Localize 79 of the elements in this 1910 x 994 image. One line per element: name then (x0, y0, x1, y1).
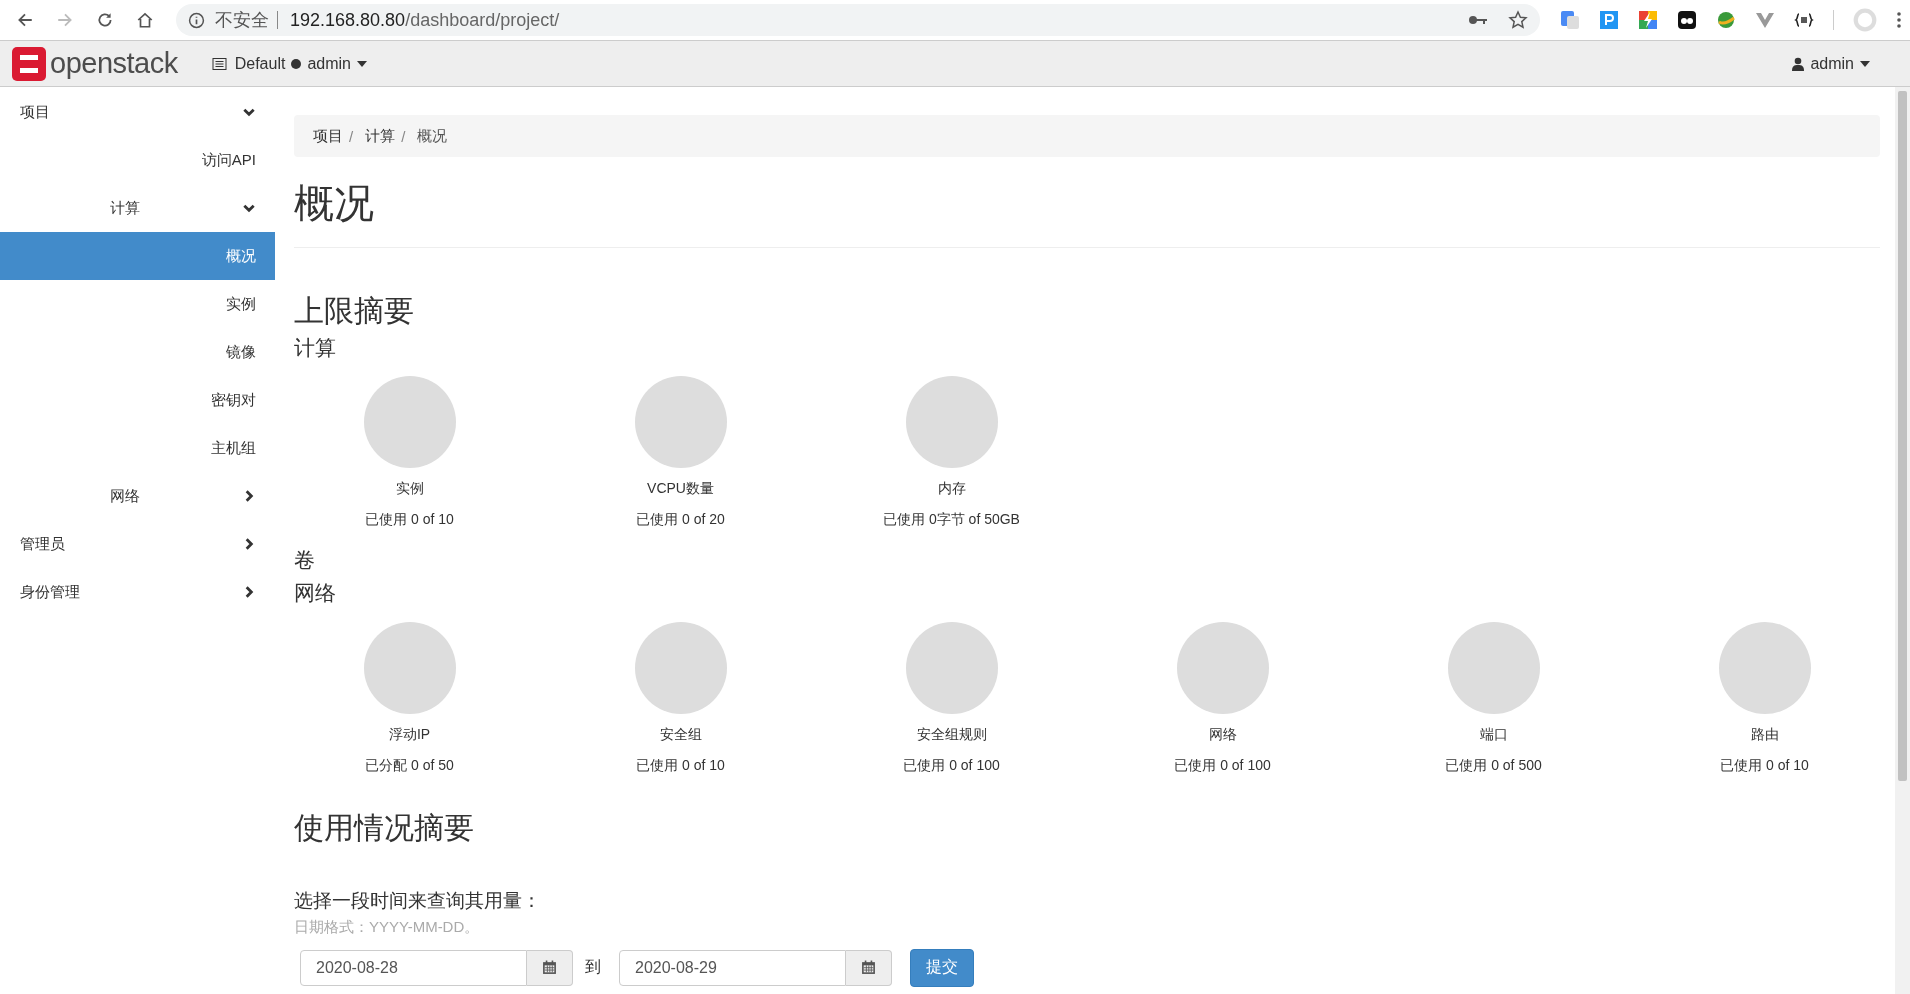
breadcrumb-separator: / (401, 127, 406, 145)
translate-icon[interactable] (1560, 10, 1580, 30)
logo-icon[interactable] (12, 46, 46, 81)
sidebar-item[interactable]: 镜像 (0, 328, 275, 376)
submit-button[interactable]: 提交 (910, 948, 974, 987)
quota-label: 实例 (395, 480, 424, 499)
sidebar-item[interactable]: 管理员 (0, 520, 275, 568)
list-icon (211, 57, 227, 70)
quota-usage: 已使用 0 of 10 (365, 511, 454, 530)
sidebar-item[interactable]: 密钥对 (0, 376, 275, 424)
quota-usage: 已使用 0 of 20 (636, 511, 725, 530)
section-heading: 使用情况摘要 (294, 810, 475, 844)
sidebar-item[interactable]: 实例 (0, 280, 275, 328)
breadcrumb-item[interactable]: 计算 (365, 126, 396, 146)
quota-label: 端口 (1479, 725, 1508, 744)
domain-label: Default (234, 54, 286, 73)
quota-label: 安全组 (659, 725, 702, 744)
group-heading: 网络 (294, 580, 337, 606)
star-icon[interactable] (1508, 10, 1528, 30)
end-date-field[interactable]: 2020-08-29 (619, 949, 846, 986)
group-heading: 卷 (294, 547, 316, 573)
vue-icon[interactable] (1755, 10, 1775, 30)
quota-usage: 已使用 0 of 100 (1174, 756, 1271, 775)
quota-usage: 已使用 0字节 of 50GB (883, 511, 1020, 530)
calendar-icon (861, 960, 876, 976)
logo-text[interactable]: openstack (50, 47, 178, 80)
group-heading: 计算 (294, 335, 337, 361)
reload-icon[interactable] (96, 11, 114, 29)
user-label: admin (1810, 54, 1854, 73)
url-path: /dashboard/project/ (405, 9, 560, 31)
help-text: 日期格式：YYYY-MM-DD。 (294, 917, 481, 937)
menu-icon[interactable] (1896, 10, 1902, 30)
globe-icon[interactable] (1716, 10, 1736, 30)
project-label: admin (307, 54, 351, 73)
back-icon[interactable] (16, 11, 34, 29)
address-bar[interactable]: 不安全 192.168.80.80/dashboard/project/ (176, 4, 1540, 36)
quota-label: 网络 (1208, 725, 1237, 744)
sidebar-item[interactable]: 网络 (0, 472, 275, 520)
json-icon[interactable] (1794, 10, 1814, 30)
sidebar-item[interactable]: 项目 (0, 88, 275, 136)
breadcrumb-separator: / (349, 127, 354, 145)
quota-label: VCPU数量 (647, 480, 714, 499)
quota-label: 浮动IP (388, 725, 431, 744)
breadcrumb-item[interactable]: 项目 (313, 126, 343, 146)
quota-usage: 已分配 0 of 50 (365, 756, 454, 775)
sidebar-item[interactable]: 访问API (0, 136, 275, 184)
sidebar-item[interactable]: 主机组 (0, 424, 275, 472)
quota-label: 路由 (1750, 725, 1779, 744)
quota-usage: 已使用 0 of 100 (903, 756, 1000, 775)
range-separator: 到 (585, 957, 601, 978)
extension-icon[interactable] (1677, 10, 1697, 30)
caret-icon (357, 60, 367, 67)
calendar-icon (542, 960, 557, 976)
section-heading: 上限摘要 (294, 294, 415, 327)
calendar-button[interactable] (846, 949, 892, 986)
url-host: 192.168.80.80 (290, 9, 406, 31)
quota-label: 安全组规则 (916, 725, 987, 744)
quota-usage: 已使用 0 of 10 (636, 756, 725, 775)
security-label: 不安全 (215, 9, 269, 32)
scrollbar[interactable] (1895, 87, 1910, 994)
breadcrumb-item: 概况 (417, 126, 448, 146)
project-dropdown[interactable]: Default admin (205, 50, 373, 77)
quota-usage: 已使用 0 of 500 (1445, 756, 1542, 775)
home-icon[interactable] (136, 11, 154, 29)
user-icon (1792, 56, 1805, 71)
form-label: 选择一段时间来查询其用量： (294, 888, 542, 913)
caret-icon (1860, 60, 1870, 67)
user-dropdown[interactable]: admin (1786, 50, 1876, 77)
start-date-field[interactable]: 2020-08-28 (300, 949, 527, 986)
sidebar-item[interactable]: 计算 (0, 184, 275, 232)
quota-usage: 已使用 0 of 10 (1720, 756, 1809, 775)
lightning-icon[interactable] (1638, 10, 1658, 30)
quota-label: 内存 (937, 480, 966, 499)
sidebar-item[interactable]: 身份管理 (0, 568, 275, 616)
sidebar-item[interactable]: 概况 (0, 232, 275, 280)
separator-dot (291, 58, 302, 69)
page-title: 概况 (294, 181, 375, 225)
calendar-button[interactable] (527, 949, 573, 986)
info-icon[interactable] (188, 11, 205, 29)
